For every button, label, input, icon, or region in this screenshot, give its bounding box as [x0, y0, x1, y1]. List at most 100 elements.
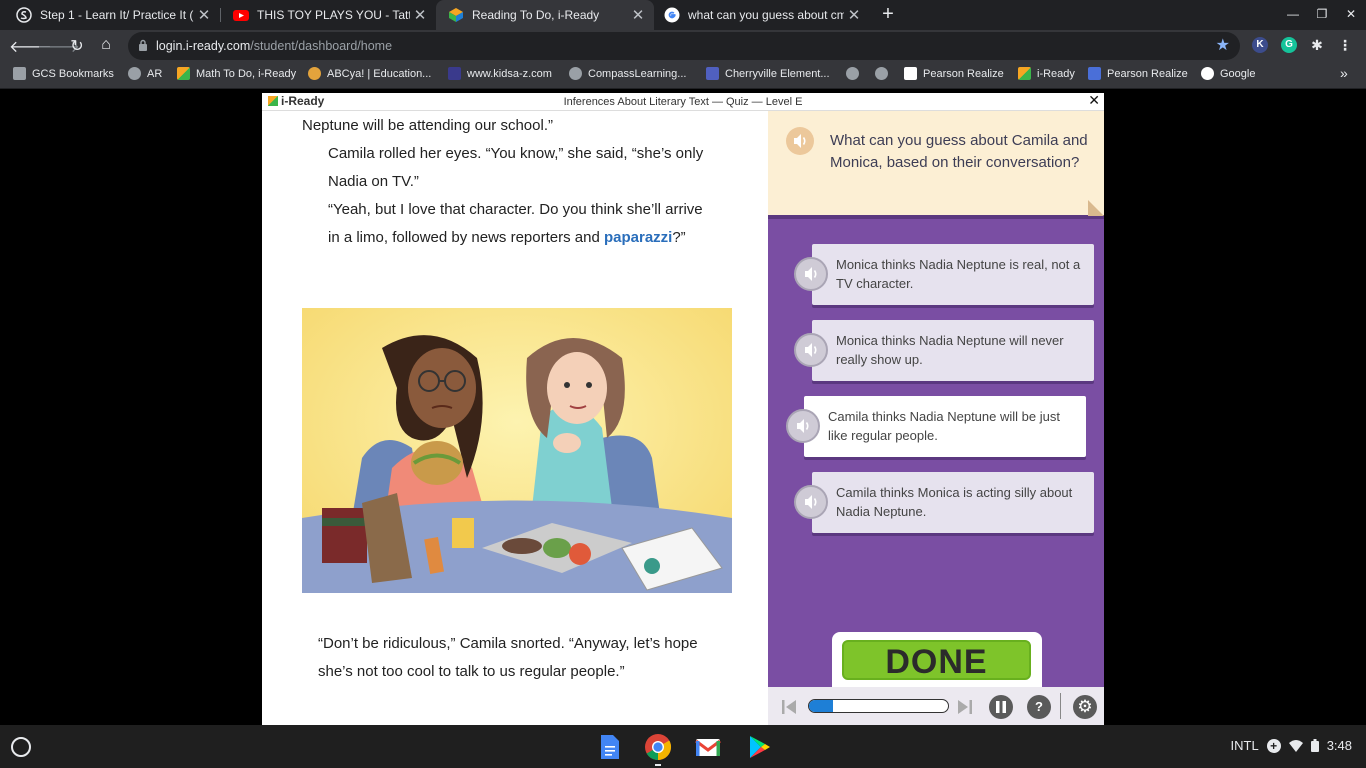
passage-paragraph: “Yeah, but I love that character. Do you…	[328, 201, 703, 246]
control-divider	[1060, 693, 1061, 719]
question-box: What can you guess about Camila and Moni…	[768, 111, 1104, 219]
close-tab-icon[interactable]: ✕	[628, 6, 648, 24]
system-tray[interactable]: INTL + 3:48	[1231, 738, 1352, 753]
keyboard-layout: INTL	[1230, 738, 1259, 753]
play-store-icon[interactable]	[745, 733, 773, 761]
globe-icon	[846, 67, 859, 80]
settings-gear-icon[interactable]: ⚙	[1073, 695, 1097, 719]
tab-title: what can you guess about cmill	[688, 8, 844, 22]
globe-icon	[875, 67, 888, 80]
close-tab-icon[interactable]: ✕	[844, 6, 864, 24]
quiz-title: Inferences About Literary Text — Quiz — …	[563, 96, 803, 108]
speaker-icon[interactable]	[794, 485, 828, 519]
tab-iready[interactable]: Reading To Do, i-Ready ✕	[436, 0, 654, 30]
tab-title: Step 1 - Learn It/ Practice It (Indu	[40, 8, 194, 22]
forward-icon[interactable]: 🡒	[37, 36, 80, 57]
gmail-icon[interactable]	[694, 733, 722, 761]
bookmark-item[interactable]: ABCya! | Education...	[308, 67, 431, 80]
story-illustration	[302, 308, 732, 593]
bookmark-star-icon[interactable]: ★	[1216, 35, 1230, 55]
close-tab-icon[interactable]: ✕	[410, 6, 430, 24]
more-bookmarks-icon[interactable]: »	[1340, 65, 1348, 81]
google-icon	[664, 7, 680, 23]
player-controls: ? ⚙	[768, 687, 1104, 725]
previous-icon[interactable]	[780, 698, 798, 716]
progress-bar	[808, 699, 949, 713]
browser-toolbar: 🡐 🡒 ↻ ⌂ login.i-ready.com/student/dashbo…	[0, 30, 1366, 62]
bookmark-item[interactable]: Pearson Realize	[1088, 67, 1188, 80]
help-icon[interactable]: ?	[1027, 695, 1051, 719]
passage-paragraph: Camila rolled her eyes. “You know,” she …	[328, 145, 704, 190]
bookmark-item[interactable]: Math To Do, i-Ready	[177, 67, 296, 80]
kidsa-z-icon	[448, 67, 461, 80]
school-icon	[706, 67, 719, 80]
active-app-indicator	[655, 764, 661, 766]
progress-fill	[809, 700, 833, 712]
answer-choice-2[interactable]: Monica thinks Nadia Neptune will never r…	[812, 320, 1094, 381]
bookmark-item[interactable]: AR	[128, 67, 162, 80]
google-icon	[1201, 67, 1214, 80]
back-icon[interactable]: 🡐	[9, 36, 52, 57]
speaker-icon[interactable]	[794, 257, 828, 291]
reading-passage[interactable]: Neptune will be attending our school.” C…	[262, 111, 768, 725]
bookmarks-bar: GCS Bookmarks AR Math To Do, i-Ready ABC…	[0, 62, 1366, 89]
pearson-icon	[1088, 67, 1101, 80]
pause-icon[interactable]	[989, 695, 1013, 719]
question-text: What can you guess about Camila and Moni…	[830, 132, 1088, 171]
restore-icon[interactable]: ❐	[1314, 7, 1330, 21]
add-circle-icon: +	[1266, 738, 1281, 753]
bookmark-folder[interactable]: GCS Bookmarks	[13, 67, 114, 80]
bookmark-item[interactable]: Cherryville Element...	[706, 67, 830, 80]
page-fold	[1088, 200, 1104, 216]
reload-icon[interactable]: ↻	[66, 36, 88, 56]
passage-text-bottom: “Don’t be ridiculous,” Camila snorted. “…	[302, 630, 712, 686]
bookmark-item[interactable]: CompassLearning...	[569, 67, 686, 80]
extensions-puzzle-icon[interactable]: ✱	[1309, 37, 1325, 53]
bookmark-item[interactable]: www.kidsa-z.com	[448, 67, 552, 80]
google-docs-icon[interactable]	[595, 733, 623, 761]
clock: 3:48	[1326, 738, 1352, 753]
url-text: login.i-ready.com/student/dashboard/home	[156, 39, 393, 53]
grammarly-icon[interactable]: G	[1281, 37, 1297, 53]
home-icon[interactable]: ⌂	[95, 36, 117, 54]
tab-youtube[interactable]: THIS TOY PLAYS YOU - TattleTail ✕	[221, 0, 436, 30]
bookmark-item[interactable]: Google	[1201, 67, 1255, 80]
tab-step1[interactable]: Step 1 - Learn It/ Practice It (Indu ✕	[0, 0, 220, 30]
next-icon[interactable]	[956, 698, 974, 716]
address-bar[interactable]: login.i-ready.com/student/dashboard/home…	[128, 32, 1240, 60]
extension-k-icon[interactable]: K	[1252, 37, 1268, 53]
speaker-icon[interactable]	[794, 333, 828, 367]
bookmark-item[interactable]	[875, 67, 894, 80]
close-tab-icon[interactable]: ✕	[194, 6, 214, 24]
bookmark-item[interactable]: Pearson Realize	[904, 67, 1004, 80]
close-window-icon[interactable]: ✕	[1343, 7, 1359, 21]
bookmark-item[interactable]: i-Ready	[1018, 67, 1075, 80]
battery-icon	[1310, 739, 1319, 752]
iready-icon	[1018, 67, 1031, 80]
speaker-icon[interactable]	[786, 409, 820, 443]
done-container: DONE	[832, 632, 1042, 694]
chrome-icon[interactable]	[644, 733, 672, 761]
new-tab-button[interactable]: +	[878, 3, 898, 26]
iready-icon	[449, 8, 463, 22]
vocab-link-paparazzi[interactable]: paparazzi	[604, 229, 672, 246]
wifi-icon	[1288, 739, 1303, 752]
bookmark-item[interactable]	[846, 67, 865, 80]
quiz-header: i-Ready Inferences About Literary Text —…	[262, 92, 1104, 111]
tab-title: THIS TOY PLAYS YOU - TattleTail	[257, 8, 410, 22]
menu-kebab-icon[interactable]: ⋮	[1337, 37, 1353, 53]
done-button[interactable]: DONE	[842, 640, 1031, 681]
minimize-icon[interactable]: —	[1285, 7, 1301, 21]
answer-choice-1[interactable]: Monica thinks Nadia Neptune is real, not…	[812, 244, 1094, 305]
tab-google-search[interactable]: what can you guess about cmill ✕	[654, 0, 870, 30]
iready-quiz-window: i-Ready Inferences About Literary Text —…	[262, 92, 1104, 725]
passage-text-top: Neptune will be attending our school.” C…	[302, 112, 712, 252]
question-panel: What can you guess about Camila and Moni…	[768, 111, 1104, 725]
answer-choice-4[interactable]: Camila thinks Monica is acting silly abo…	[812, 472, 1094, 533]
close-quiz-button[interactable]: ✕	[1088, 92, 1100, 109]
tab-title: Reading To Do, i-Ready	[472, 8, 600, 22]
launcher-icon[interactable]	[11, 737, 31, 757]
folder-icon	[13, 67, 26, 80]
speaker-icon[interactable]	[786, 127, 814, 155]
answer-choice-3[interactable]: Camila thinks Nadia Neptune will be just…	[804, 396, 1086, 457]
